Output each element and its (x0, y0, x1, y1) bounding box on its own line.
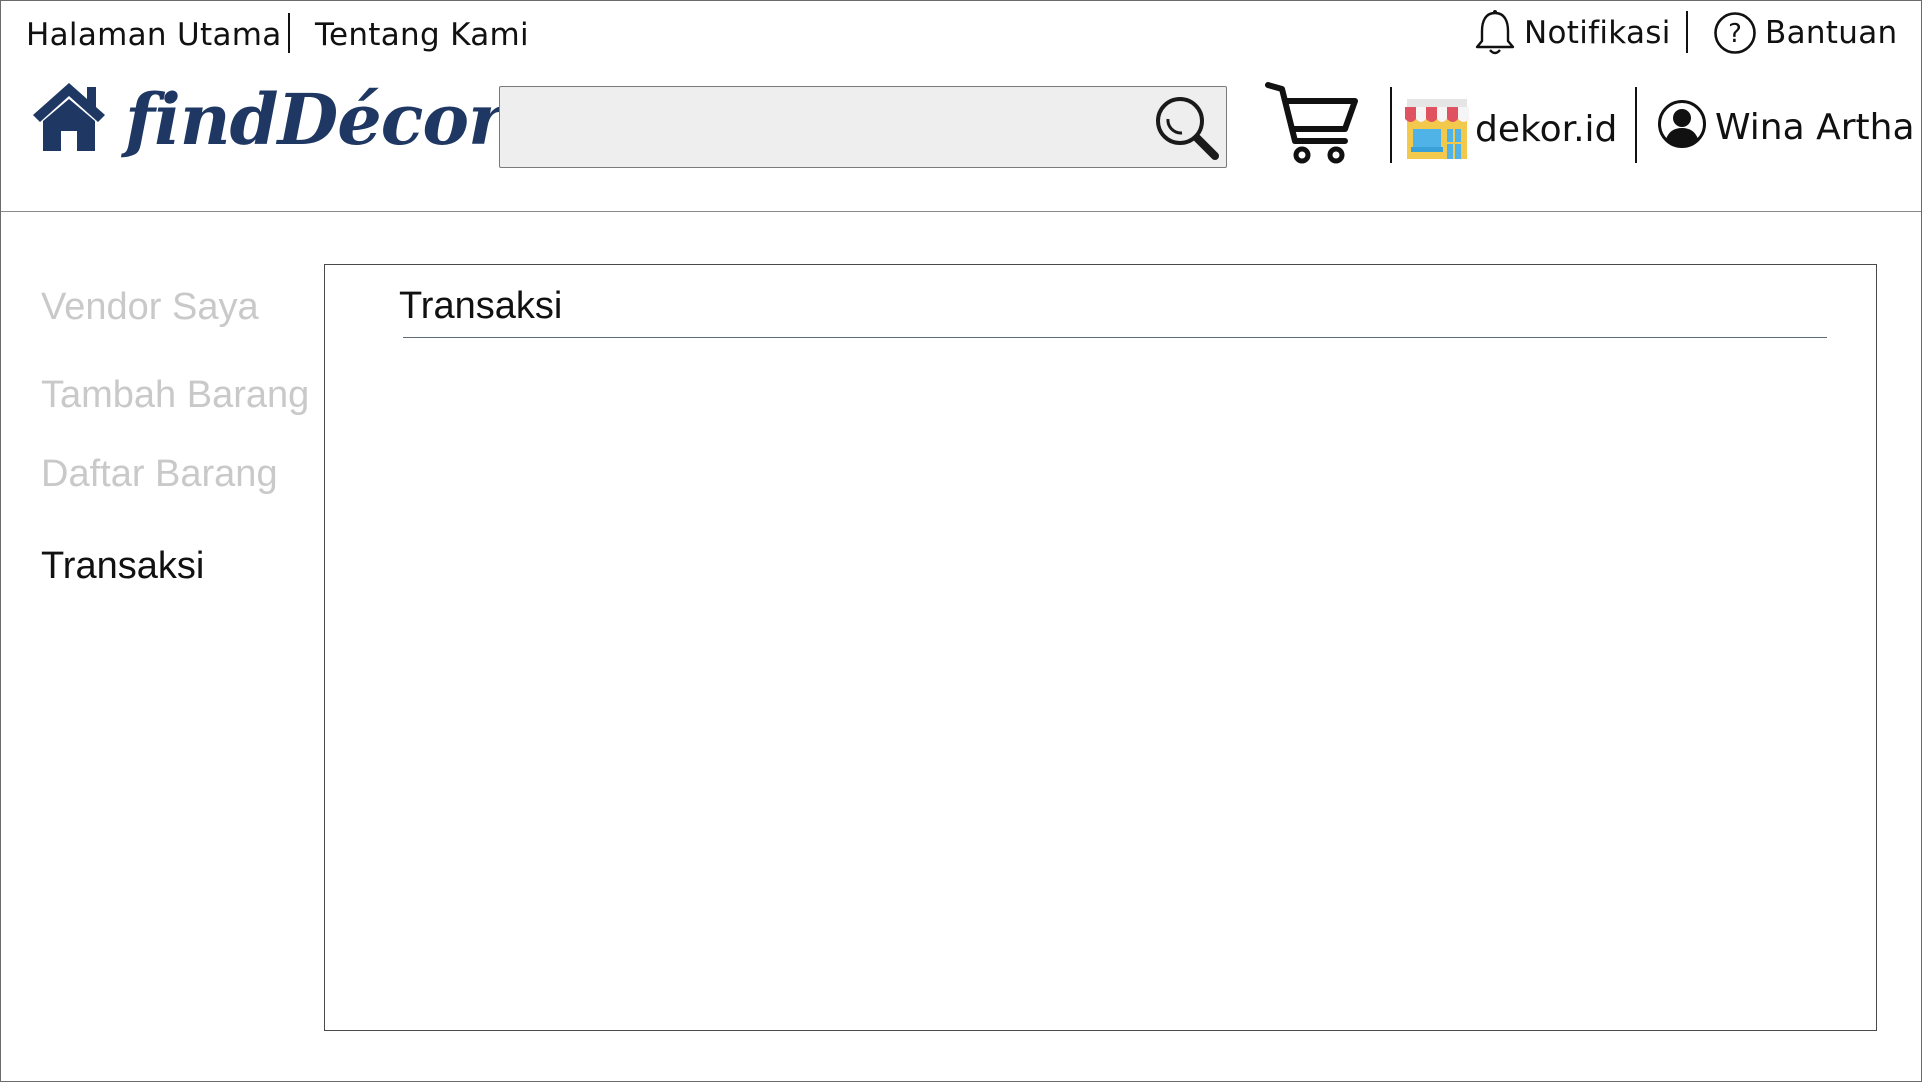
header: Halaman Utama Tentang Kami Notifikasi ? … (1, 1, 1921, 212)
store-name[interactable]: dekor.id (1475, 107, 1617, 153)
user-avatar-icon[interactable] (1657, 99, 1707, 149)
transactions-panel: Transaksi (324, 264, 1877, 1031)
home-link[interactable]: Halaman Utama (26, 15, 282, 55)
brand-logo-text[interactable]: findDécor (125, 77, 505, 163)
user-name[interactable]: Wina Artha (1715, 105, 1915, 151)
sidebar-item-vendor-saya[interactable]: Vendor Saya (41, 284, 259, 330)
divider (1686, 11, 1688, 53)
title-divider (403, 337, 1827, 338)
search-icon[interactable] (1152, 93, 1222, 163)
notifications-link[interactable]: Notifikasi (1524, 13, 1671, 53)
help-link[interactable]: Bantuan (1765, 13, 1897, 53)
search-input[interactable] (512, 95, 1116, 159)
svg-text:?: ? (1728, 19, 1742, 49)
page-title: Transaksi (399, 285, 563, 327)
divider (1390, 87, 1392, 163)
help-icon[interactable]: ? (1713, 11, 1757, 55)
search-bar (499, 86, 1227, 168)
cart-icon[interactable] (1265, 79, 1361, 167)
sidebar-item-transaksi[interactable]: Transaksi (41, 543, 204, 589)
sidebar-item-daftar-barang[interactable]: Daftar Barang (41, 451, 278, 497)
divider (288, 13, 290, 53)
sidebar-item-tambah-barang[interactable]: Tambah Barang (41, 372, 309, 418)
house-icon[interactable] (29, 79, 109, 153)
store-icon[interactable] (1403, 97, 1471, 161)
about-link[interactable]: Tentang Kami (315, 15, 529, 55)
bell-icon[interactable] (1473, 9, 1517, 57)
divider (1635, 87, 1637, 163)
